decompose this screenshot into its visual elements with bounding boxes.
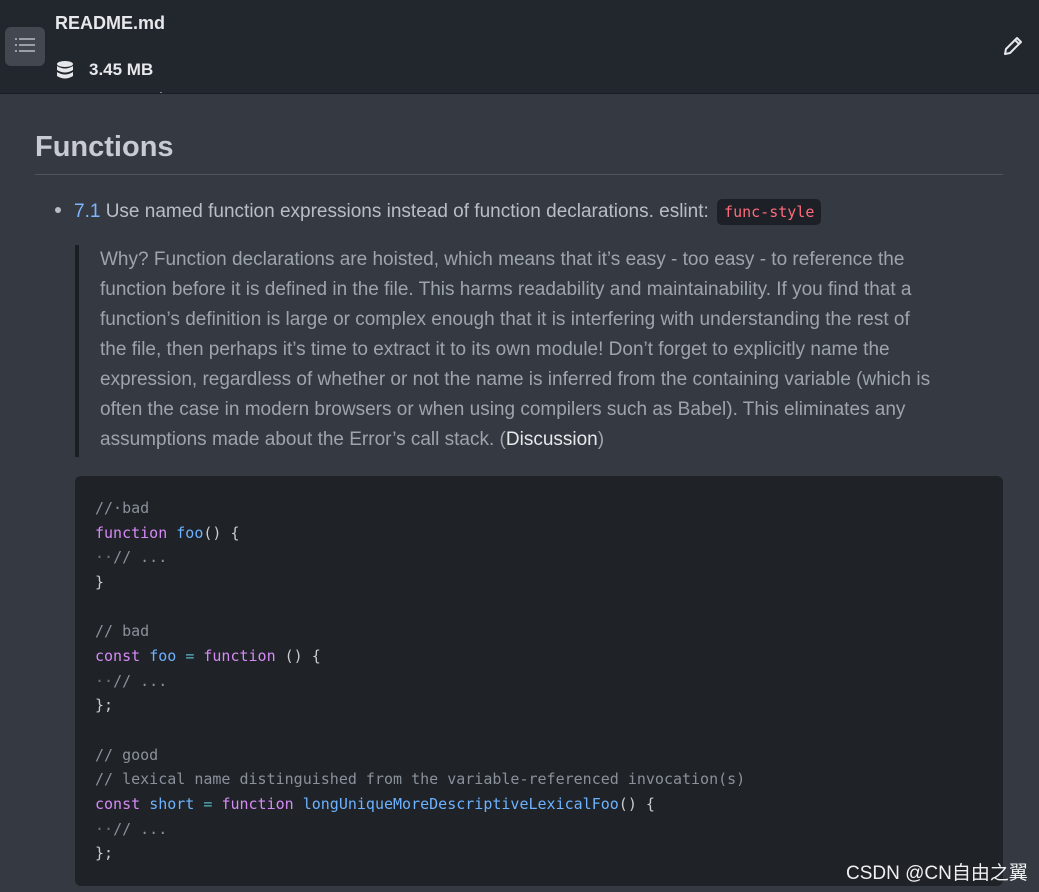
code-text: () { bbox=[618, 795, 655, 813]
code-comment: // ... bbox=[113, 820, 168, 838]
toc-button[interactable] bbox=[5, 27, 45, 66]
file-size: 3.45 MB bbox=[89, 60, 154, 79]
code-line: // bad bbox=[95, 620, 149, 642]
code-line: } bbox=[95, 571, 104, 593]
code-variable-name: foo bbox=[149, 647, 177, 665]
blockquote-text: ) bbox=[597, 429, 605, 450]
code-comment: // good bbox=[95, 746, 159, 764]
list-item-rule: 7.1 Use named function expressions inste… bbox=[55, 198, 1015, 226]
pencil-icon[interactable] bbox=[1002, 35, 1024, 57]
code-keyword: function bbox=[95, 524, 168, 542]
code-text: () { bbox=[203, 524, 240, 542]
code-line: }; bbox=[95, 694, 113, 716]
code-comment: // bad bbox=[95, 622, 150, 640]
code-text: }; bbox=[95, 844, 114, 862]
blockquote-line: function’s definition is large or comple… bbox=[100, 309, 910, 330]
code-operator: = bbox=[203, 795, 213, 813]
code-line: }; bbox=[95, 842, 113, 864]
blockquote-line: expression, regardless of whether or not… bbox=[100, 369, 931, 390]
code-line: const foo = function () { bbox=[95, 645, 321, 667]
code-keyword: const bbox=[95, 647, 141, 665]
code-variable-name: short bbox=[149, 795, 195, 813]
code-keyword: function bbox=[203, 647, 276, 665]
blockquote-text: assumptions made about the Error’s call … bbox=[100, 429, 506, 450]
blockquote-line: the file, then perhaps it’s time to extr… bbox=[100, 339, 890, 360]
code-line: const short = function longUniqueMoreDes… bbox=[95, 793, 655, 815]
code-line: // good bbox=[95, 744, 158, 766]
code-comment: // lexical name distinguished from the v… bbox=[95, 770, 746, 788]
code-comment: // ... bbox=[113, 672, 168, 690]
rule-text: Use named function expressions instead o… bbox=[100, 201, 715, 222]
scrolled-text-fragment bbox=[158, 85, 164, 93]
lint-code-badge[interactable]: func-style bbox=[717, 199, 822, 225]
file-header: README.md 3.45 MB bbox=[0, 0, 1039, 94]
rule-number-link[interactable]: 7.1 bbox=[74, 201, 100, 222]
code-keyword: function bbox=[221, 795, 294, 813]
discussion-link[interactable]: Discussion bbox=[506, 429, 598, 450]
database-icon bbox=[56, 60, 74, 82]
file-name: README.md bbox=[55, 13, 166, 33]
bullet-icon bbox=[55, 206, 61, 213]
code-text: } bbox=[95, 573, 105, 591]
section-heading: Functions bbox=[35, 128, 1003, 175]
code-indent: ·· bbox=[95, 548, 114, 566]
code-line: //·bad bbox=[95, 497, 149, 519]
code-line: // lexical name distinguished from the v… bbox=[95, 768, 745, 790]
code-indent: ·· bbox=[95, 672, 114, 690]
blockquote-line: function before it is defined in the fil… bbox=[100, 279, 912, 300]
list-icon bbox=[15, 37, 35, 57]
code-line: ··// ... bbox=[95, 670, 167, 692]
code-operator: = bbox=[185, 647, 195, 665]
code-line: function foo() { bbox=[95, 522, 240, 544]
watermark: CSDN @CN自由之翼 bbox=[846, 863, 1028, 884]
blockquote-line: assumptions made about the Error’s call … bbox=[100, 425, 975, 455]
code-line: ··// ... bbox=[95, 546, 167, 568]
rationale-blockquote: Why? Function declarations are hoisted, … bbox=[75, 245, 975, 457]
code-keyword: const bbox=[95, 795, 141, 813]
code-comment: // ... bbox=[113, 548, 168, 566]
code-block[interactable]: //·bad function foo() { ··// ... } // ba… bbox=[75, 476, 1003, 886]
code-text: () { bbox=[284, 647, 321, 665]
blockquote-line: Why? Function declarations are hoisted, … bbox=[100, 249, 905, 270]
code-indent: ·· bbox=[95, 820, 114, 838]
code-line: ··// ... bbox=[95, 818, 167, 840]
code-text: }; bbox=[95, 696, 114, 714]
code-comment: //·bad bbox=[95, 499, 150, 517]
code-function-name: foo bbox=[176, 524, 204, 542]
blockquote-line: often the case in modern browsers or whe… bbox=[100, 399, 906, 420]
code-function-name: longUniqueMoreDescriptiveLexicalFoo bbox=[302, 795, 619, 813]
